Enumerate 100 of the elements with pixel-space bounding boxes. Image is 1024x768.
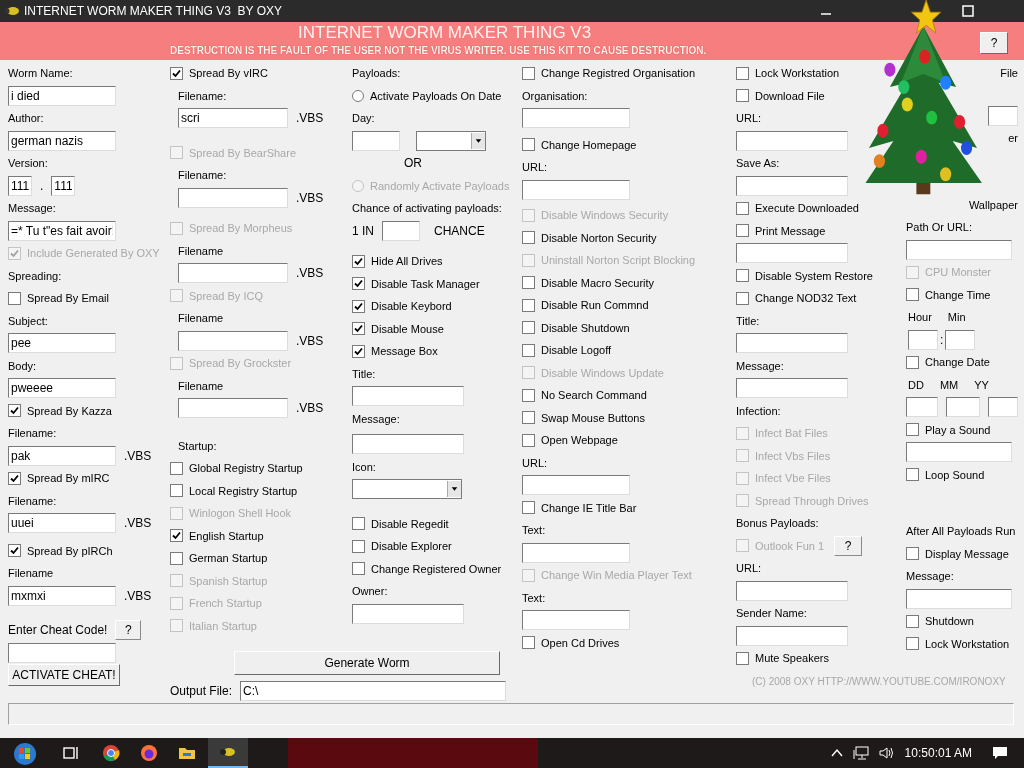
- field-label: Filename: [177, 311, 224, 326]
- or-label: OR: [403, 155, 422, 173]
- text-field[interactable]: mxmxi: [8, 585, 116, 606]
- checkbox-label: Hide All Drives: [371, 254, 443, 269]
- checkbox-label: Spread By Morpheus: [189, 221, 293, 236]
- field-label: Sender Name:: [736, 606, 807, 621]
- checkbox-label: Spread By vIRC: [189, 66, 268, 81]
- radio-label: Randomly Activate Payloads: [370, 178, 510, 194]
- checkbox-label: Spanish Startup: [189, 573, 268, 589]
- checkbox-label: English Startup: [189, 528, 264, 544]
- checkbox-label: Spread By pIRCh: [27, 543, 113, 559]
- suffix-label: CHANCE: [434, 222, 485, 240]
- field-label: Message:: [736, 358, 784, 374]
- checkbox-label: Change Date: [925, 355, 990, 370]
- unit-label: Min: [947, 310, 966, 325]
- copyright-text: (C) 2008 OXY HTTP://WWW.YOUTUBE.COM/IRONOXY: [752, 675, 1006, 688]
- checkbox-label: Spread By BearShare: [189, 145, 296, 161]
- checkbox-label: Open Webpage: [541, 433, 618, 448]
- checkbox-label: Spread By mIRC: [27, 471, 110, 486]
- checkbox-label: Mute Speakers: [755, 651, 829, 666]
- unit-label: DD: [908, 377, 924, 393]
- field-label: Output File:: [170, 683, 233, 700]
- field-label: Title:: [736, 313, 760, 329]
- checkbox-label: Swap Mouse Buttons: [541, 410, 645, 426]
- generate-button[interactable]: Generate Worm: [234, 651, 500, 675]
- extension-label: .VBS: [124, 587, 152, 605]
- text-field[interactable]: german nazis: [8, 130, 116, 151]
- field-label: Owner:: [352, 584, 388, 599]
- text-field[interactable]: =* Tu t"es fait avoir!: [8, 220, 116, 241]
- unit-label: Hour: [908, 310, 932, 325]
- field-label: Text:: [522, 523, 546, 538]
- text-field[interactable]: i died: [8, 85, 116, 106]
- activate-button[interactable]: ACTIVATE CHEAT!: [8, 664, 120, 687]
- checkbox-label: Execute Downloaded: [755, 201, 859, 216]
- checkbox-label: Change Win Media Player Text: [541, 568, 692, 583]
- text-field[interactable]: 111: [51, 175, 76, 196]
- checkbox-label: Disable Run Commnd: [541, 298, 649, 313]
- checkbox-label: Print Message: [755, 223, 826, 239]
- checkbox-label: Spread By Kazza: [27, 403, 112, 419]
- field-label: Worm Name:: [8, 66, 73, 81]
- field-label: After All Payloads Run: [906, 524, 1016, 539]
- checkbox-label: Disable Regedit: [371, 516, 449, 532]
- text-field[interactable]: uuei: [8, 513, 116, 534]
- extension-label: .VBS: [296, 189, 324, 207]
- field-label: Organisation:: [522, 88, 588, 104]
- text-field[interactable]: pee: [8, 333, 116, 354]
- extension-label: .VBS: [124, 515, 152, 533]
- checkbox-label: Uninstall Norton Script Blocking: [541, 253, 696, 268]
- checkbox-label: Spread By Grockster: [189, 356, 292, 371]
- text-field[interactable]: pak: [8, 445, 116, 466]
- field-label: Spreading:: [8, 268, 62, 284]
- checkbox-label: Global Registry Startup: [189, 461, 303, 476]
- help-button[interactable]: ?: [980, 32, 1008, 54]
- text-field[interactable]: 111: [8, 175, 32, 196]
- field-label: URL:: [736, 561, 762, 576]
- clock[interactable]: 10:50:01 AM: [904, 744, 972, 762]
- field-label: Path Or URL:: [906, 220, 973, 235]
- help-button[interactable]: ?: [115, 620, 142, 641]
- checkbox-label: Change Registered Owner: [371, 561, 502, 577]
- checkbox-label: Loop Sound: [925, 467, 985, 483]
- checkbox-label: Infect Bat Files: [755, 426, 828, 441]
- checkbox-label: Local Registry Startup: [189, 483, 298, 499]
- checkbox-label: Change NOD32 Text: [755, 291, 857, 306]
- field-label: Author:: [8, 111, 44, 126]
- checkbox-label: Infect Vbs Files: [755, 448, 831, 464]
- checkbox-label: Spread By ICQ: [189, 288, 263, 304]
- field-label: Body:: [8, 358, 37, 374]
- field-label: Filename:: [177, 168, 227, 183]
- checkbox-label: French Startup: [189, 596, 262, 611]
- checkbox-label: Change IE Title Bar: [541, 500, 637, 516]
- field-label: Icon:: [352, 459, 376, 475]
- checkbox-label: Disable Task Manager: [371, 276, 480, 292]
- field-label: URL:: [736, 111, 762, 126]
- checkbox-label: Disable Windows Security: [541, 208, 669, 223]
- separator-label: :: [940, 331, 944, 349]
- checkbox-label: Change Homepage: [541, 137, 637, 153]
- checkbox-label: Disable Explorer: [371, 539, 452, 554]
- text-field[interactable]: pweeee: [8, 378, 116, 399]
- field-label: Message:: [352, 411, 400, 427]
- checkbox-label: Spread Through Drives: [755, 493, 869, 509]
- extension-label: .VBS: [296, 265, 324, 283]
- checkbox-label: Infect Vbe Files: [755, 471, 831, 486]
- checkbox-label: Disable System Restore: [755, 268, 873, 284]
- text-field[interactable]: C:\: [240, 681, 507, 701]
- checkbox-label: Disable Keybord: [371, 299, 452, 314]
- checkbox-label: Outlook Fun 1: [755, 538, 825, 554]
- field-label: Filename: [177, 243, 224, 259]
- extension-label: .VBS: [124, 447, 152, 465]
- field-label: Text:: [522, 590, 546, 606]
- checkbox-label: Message Box: [371, 344, 438, 359]
- checkbox-label: Italian Startup: [189, 618, 257, 634]
- field-label: Title:: [352, 366, 376, 382]
- checkbox-label: Disable Windows Update: [541, 365, 664, 381]
- prefix-label: 1 IN: [352, 222, 374, 240]
- checkbox-label: Shutdown: [925, 614, 974, 629]
- field-label: er: [1008, 131, 1018, 146]
- checkbox-label: Disable Macro Security: [541, 275, 655, 291]
- text-field[interactable]: scri: [178, 108, 288, 129]
- radio-label: Activate Payloads On Date: [370, 88, 502, 104]
- field-label: File: [1000, 66, 1018, 81]
